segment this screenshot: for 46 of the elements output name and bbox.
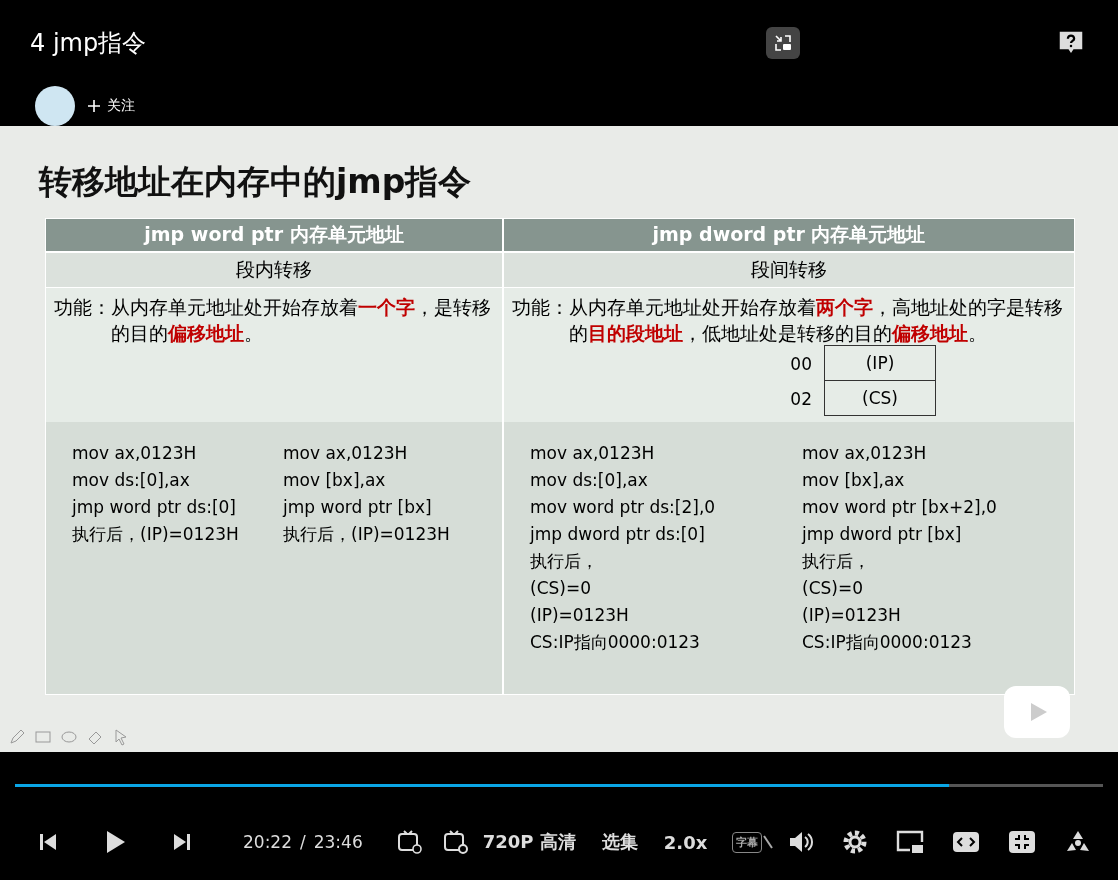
code-line: mov [bx],ax	[283, 469, 387, 492]
code-line: mov ax,0123H	[802, 442, 928, 465]
code-line: mov ds:[0],ax	[530, 469, 649, 492]
code-line: mov ax,0123H	[530, 442, 656, 465]
subtitles-button[interactable]: 字幕	[733, 832, 762, 852]
code-line: mov ds:[0],ax	[72, 469, 191, 492]
follow-button[interactable]: 关注	[87, 97, 135, 115]
memory-offset: 02	[789, 388, 813, 409]
speed-button[interactable]: 2.0x	[663, 831, 708, 853]
code-line: mov word ptr ds:[2],0	[530, 496, 717, 519]
total-time: 23:46	[313, 832, 363, 852]
code-line: CS:IP指向0000:0123	[530, 631, 701, 654]
code-line: 执行后，(IP)=0123H	[72, 523, 240, 546]
description-label: 功能：	[54, 295, 111, 320]
memory-cell: (CS)	[824, 380, 936, 416]
current-time: 20:22	[243, 832, 292, 852]
description-text: 从内存单元地址处开始存放着两个字，高地址处的字是转移的目的段地址，低地址处是转移的目的偏移地址。	[569, 295, 1064, 346]
column-header: jmp word ptr 内存单元地址	[46, 219, 502, 253]
code-line: (IP)=0123H	[802, 604, 902, 627]
code-line: (CS)=0	[802, 577, 864, 600]
code-line: jmp dword ptr [bx]	[802, 523, 963, 546]
code-line: mov ax,0123H	[72, 442, 198, 465]
code-line: jmp dword ptr ds:[0]	[530, 523, 706, 546]
code-line: mov word ptr [bx+2],0	[802, 496, 998, 519]
quality-button[interactable]: 720P 高清	[482, 830, 576, 854]
code-line: mov ax,0123H	[283, 442, 409, 465]
code-line: 执行后，	[530, 550, 599, 573]
description-label: 功能：	[512, 295, 569, 320]
episodes-button[interactable]: 选集	[601, 830, 638, 854]
code-line: (IP)=0123H	[530, 604, 630, 627]
memory-offset: 00	[789, 353, 813, 374]
slide-title: 转移地址在内存中的jmp指令	[39, 161, 473, 203]
video-title: 4 jmp指令	[30, 28, 148, 59]
column-header: jmp dword ptr 内存单元地址	[504, 219, 1074, 253]
code-line: (CS)=0	[530, 577, 592, 600]
code-line: 执行后，	[802, 550, 871, 573]
code-line: CS:IP指向0000:0123	[802, 631, 973, 654]
code-line: jmp word ptr [bx]	[283, 496, 433, 519]
code-line: 执行后，(IP)=0123H	[283, 523, 451, 546]
column-subheader: 段内转移	[46, 253, 502, 288]
code-line: jmp word ptr ds:[0]	[72, 496, 237, 519]
column-subheader: 段间转移	[504, 253, 1074, 288]
time-separator: /	[300, 832, 306, 852]
description-text: 从内存单元地址处开始存放着一个字，是转移的目的偏移地址。	[111, 295, 492, 346]
memory-cell: (IP)	[824, 345, 936, 381]
code-line: mov [bx],ax	[802, 469, 906, 492]
